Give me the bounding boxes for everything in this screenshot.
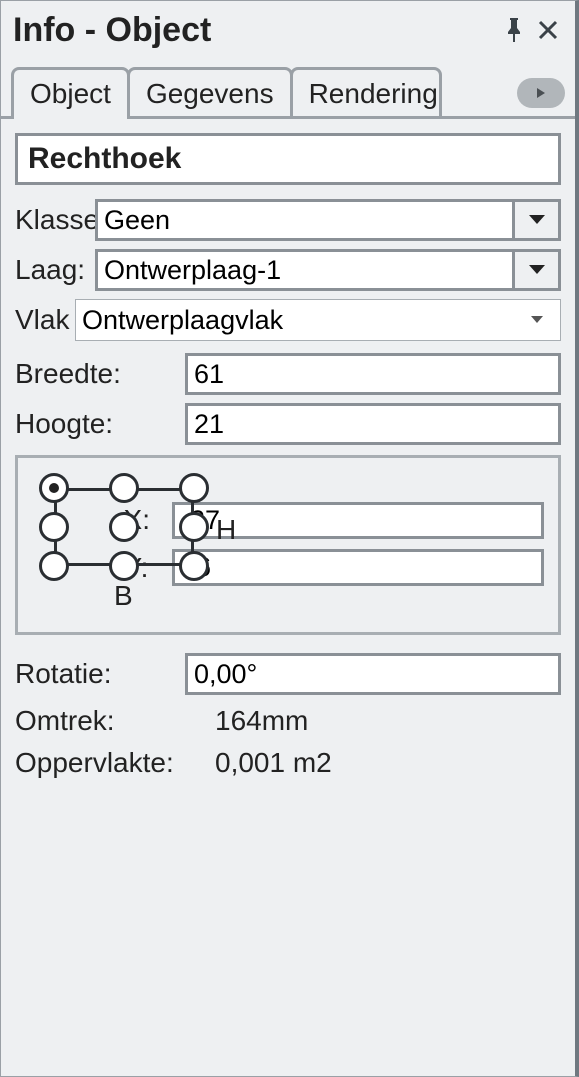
klasse-combo[interactable]: [95, 199, 561, 241]
anchor-bot-right[interactable]: [179, 551, 209, 581]
info-object-panel: Info - Object Object Gegevens Rendering …: [0, 0, 579, 1077]
hoogte-label: Hoogte:: [15, 408, 185, 440]
oppervlakte-value: 0,001 m2: [215, 747, 332, 779]
pin-icon[interactable]: [497, 13, 531, 47]
breedte-label: Breedte:: [15, 358, 185, 390]
oppervlakte-row: Oppervlakte: 0,001 m2: [15, 747, 561, 779]
chevron-down-icon[interactable]: [514, 300, 560, 340]
anchor-h-label: H: [216, 514, 236, 546]
laag-row: Laag:: [15, 249, 561, 291]
anchor-b-label: B: [114, 580, 133, 612]
position-group: H B X: Y:: [15, 455, 561, 635]
panel-title: Info - Object: [13, 11, 497, 50]
rotatie-label: Rotatie:: [15, 658, 185, 690]
shape-name: Rechthoek: [15, 133, 561, 185]
anchor-bot-center[interactable]: [109, 551, 139, 581]
y-input[interactable]: [172, 549, 544, 586]
anchor-mid-left[interactable]: [39, 512, 69, 542]
panel-titlebar: Info - Object: [1, 1, 575, 63]
klasse-row: Klasse: [15, 199, 561, 241]
breedte-input[interactable]: [185, 353, 561, 395]
anchor-widget[interactable]: H B: [40, 474, 102, 614]
anchor-top-center[interactable]: [109, 473, 139, 503]
anchor-top-left[interactable]: [39, 473, 69, 503]
laag-input[interactable]: [98, 252, 512, 288]
klasse-label: Klasse: [15, 204, 95, 236]
breedte-row: Breedte:: [15, 353, 561, 395]
hoogte-input[interactable]: [185, 403, 561, 445]
tab-gegevens[interactable]: Gegevens: [127, 67, 293, 116]
anchor-bot-left[interactable]: [39, 551, 69, 581]
vlak-input[interactable]: [76, 300, 514, 340]
vlak-combo[interactable]: [75, 299, 561, 341]
panel-content: Rechthoek Klasse Laag: Vlak: [1, 119, 575, 779]
chevron-down-icon[interactable]: [512, 202, 558, 238]
omtrek-label: Omtrek:: [15, 705, 215, 737]
laag-label: Laag:: [15, 254, 95, 286]
tab-object[interactable]: Object: [11, 67, 130, 116]
vlak-row: Vlak: [15, 299, 561, 341]
rotatie-input[interactable]: [185, 653, 561, 695]
omtrek-row: Omtrek: 164mm: [15, 705, 561, 737]
tab-strip: Object Gegevens Rendering: [1, 63, 575, 119]
close-icon[interactable]: [531, 13, 565, 47]
omtrek-value: 164mm: [215, 705, 308, 737]
chevron-down-icon[interactable]: [512, 252, 558, 288]
anchor-top-right[interactable]: [179, 473, 209, 503]
vlak-label: Vlak: [15, 304, 75, 336]
anchor-mid-right[interactable]: [179, 512, 209, 542]
hoogte-row: Hoogte:: [15, 403, 561, 445]
tab-rendering[interactable]: Rendering: [290, 67, 442, 116]
tab-overflow-button[interactable]: [517, 78, 565, 108]
anchor-mid-center[interactable]: [109, 512, 139, 542]
oppervlakte-label: Oppervlakte:: [15, 747, 215, 779]
laag-combo[interactable]: [95, 249, 561, 291]
klasse-input[interactable]: [98, 202, 512, 238]
rotatie-row: Rotatie:: [15, 653, 561, 695]
